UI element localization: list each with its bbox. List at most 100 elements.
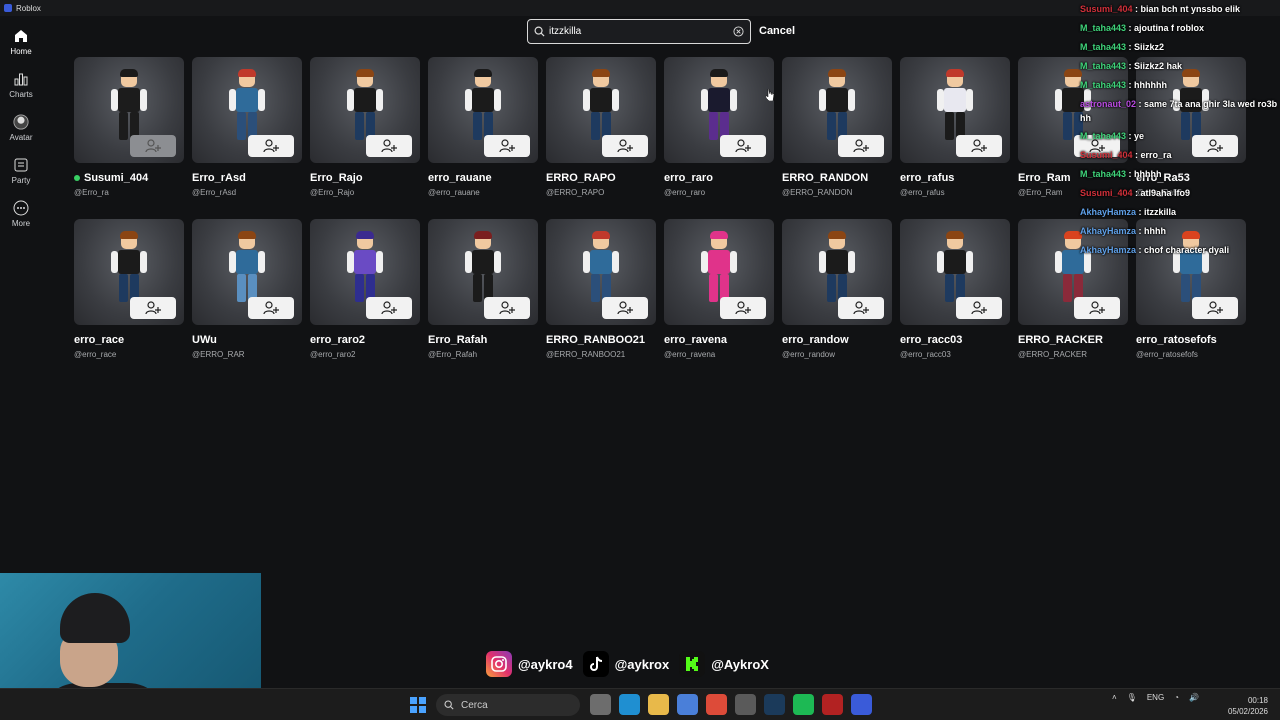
user-card[interactable]: ERRO_RANBOO21 @ERRO_RANBOO21 xyxy=(546,219,656,359)
avatar-thumbnail[interactable] xyxy=(310,57,420,163)
display-name-text: ERRO_RANDON xyxy=(782,172,869,184)
search-box[interactable] xyxy=(527,19,751,44)
user-display-name[interactable]: erro_rauane xyxy=(428,172,538,184)
nav-item-home[interactable]: Home xyxy=(0,20,42,63)
user-display-name[interactable]: erro_race xyxy=(74,334,184,346)
user-display-name[interactable]: erro_ratosefofs xyxy=(1136,334,1246,346)
avatar-thumbnail[interactable] xyxy=(782,57,892,163)
chrome-icon[interactable] xyxy=(706,694,727,715)
user-card[interactable]: erro_raro @erro_raro xyxy=(664,57,774,197)
add-friend-button[interactable] xyxy=(484,135,530,157)
user-display-name[interactable]: erro_raro2 xyxy=(310,334,420,346)
user-display-name[interactable]: erro_ravena xyxy=(664,334,774,346)
add-friend-button[interactable] xyxy=(720,297,766,319)
add-friend-button[interactable] xyxy=(366,297,412,319)
user-display-name[interactable]: Erro_rAsd xyxy=(192,172,302,184)
avatar-thumbnail[interactable] xyxy=(664,219,774,325)
user-display-name[interactable]: ERRO_RAPO xyxy=(546,172,656,184)
user-card[interactable]: UWu @ERRO_RAR xyxy=(192,219,302,359)
add-friend-button[interactable] xyxy=(838,297,884,319)
add-friend-button[interactable] xyxy=(484,297,530,319)
avatar-thumbnail[interactable] xyxy=(192,219,302,325)
add-friend-button[interactable] xyxy=(130,135,176,157)
add-friend-button[interactable] xyxy=(248,135,294,157)
user-card[interactable]: Susumi_404 @Erro_ra xyxy=(74,57,184,197)
cancel-button[interactable]: Cancel xyxy=(759,25,795,37)
user-card[interactable]: erro_race @erro_race xyxy=(74,219,184,359)
taskbar-clock[interactable]: 00:18 05/02/2026 xyxy=(1226,695,1268,717)
chat-text: itzzkilla xyxy=(1144,207,1177,217)
taskbar-search[interactable]: Cerca xyxy=(436,694,580,716)
volume-icon[interactable]: 🔊 xyxy=(1189,693,1199,702)
user-card[interactable]: erro_racc03 @erro_racc03 xyxy=(900,219,1010,359)
avatar-thumbnail[interactable] xyxy=(546,57,656,163)
chevron-up-icon[interactable]: ˄ xyxy=(1112,693,1117,702)
app-icon[interactable] xyxy=(822,694,843,715)
add-friend-button[interactable] xyxy=(1192,297,1238,319)
user-display-name[interactable]: ERRO_RACKER xyxy=(1018,334,1128,346)
avatar-thumbnail[interactable] xyxy=(900,57,1010,163)
avatar-thumbnail[interactable] xyxy=(428,57,538,163)
nav-item-more[interactable]: More xyxy=(0,192,42,235)
user-card[interactable]: erro_ravena @erro_ravena xyxy=(664,219,774,359)
user-display-name[interactable]: erro_racc03 xyxy=(900,334,1010,346)
user-card[interactable]: erro_rafus @erro_rafus xyxy=(900,57,1010,197)
user-display-name[interactable]: Erro_Rafah xyxy=(428,334,538,346)
display-name-text: ERRO_RANBOO21 xyxy=(546,334,646,346)
add-friend-button[interactable] xyxy=(956,135,1002,157)
user-card[interactable]: erro_raro2 @erro_raro2 xyxy=(310,219,420,359)
edge-icon[interactable] xyxy=(619,694,640,715)
add-friend-button[interactable] xyxy=(720,135,766,157)
user-card[interactable]: erro_randow @erro_randow xyxy=(782,219,892,359)
microphone-icon[interactable]: 🎙 xyxy=(1127,693,1137,702)
add-friend-button[interactable] xyxy=(956,297,1002,319)
social-handles: @aykro4 @aykrox @AykroX xyxy=(486,650,769,678)
store-icon[interactable] xyxy=(677,694,698,715)
user-display-name[interactable]: UWu xyxy=(192,334,302,346)
avatar-thumbnail[interactable] xyxy=(782,219,892,325)
steam-icon[interactable] xyxy=(764,694,785,715)
nav-item-avatar[interactable]: Avatar xyxy=(0,106,42,149)
user-card[interactable]: Erro_rAsd @Erro_rAsd xyxy=(192,57,302,197)
folder-icon[interactable] xyxy=(648,694,669,715)
file-explorer-icon[interactable] xyxy=(590,694,611,715)
nav-item-charts[interactable]: Charts xyxy=(0,63,42,106)
user-display-name[interactable]: Erro_Rajo xyxy=(310,172,420,184)
add-friend-button[interactable] xyxy=(130,297,176,319)
roblox-icon[interactable] xyxy=(851,694,872,715)
avatar-thumbnail[interactable] xyxy=(428,219,538,325)
user-card[interactable]: ERRO_RAPO @ERRO_RAPO xyxy=(546,57,656,197)
spotify-icon[interactable] xyxy=(793,694,814,715)
start-button[interactable] xyxy=(410,697,426,713)
add-friend-button[interactable] xyxy=(602,297,648,319)
avatar-thumbnail[interactable] xyxy=(900,219,1010,325)
wifi-icon[interactable]: ◔ xyxy=(1174,693,1179,702)
user-display-name[interactable]: ERRO_RANDON xyxy=(782,172,892,184)
github-icon[interactable] xyxy=(735,694,756,715)
add-friend-button[interactable] xyxy=(838,135,884,157)
user-display-name[interactable]: erro_raro xyxy=(664,172,774,184)
chat-message: Susumi_404 : erro_ra xyxy=(1080,146,1280,165)
avatar-thumbnail[interactable] xyxy=(546,219,656,325)
search-input[interactable] xyxy=(549,26,733,37)
avatar-thumbnail[interactable] xyxy=(192,57,302,163)
avatar-thumbnail[interactable] xyxy=(664,57,774,163)
user-card[interactable]: Erro_Rajo @Erro_Rajo xyxy=(310,57,420,197)
add-friend-button[interactable] xyxy=(1074,297,1120,319)
avatar-thumbnail[interactable] xyxy=(74,57,184,163)
avatar-thumbnail[interactable] xyxy=(310,219,420,325)
language-indicator[interactable]: ENG xyxy=(1147,693,1164,702)
user-display-name[interactable]: erro_rafus xyxy=(900,172,1010,184)
user-display-name[interactable]: erro_randow xyxy=(782,334,892,346)
user-card[interactable]: ERRO_RANDON @ERRO_RANDON xyxy=(782,57,892,197)
add-friend-button[interactable] xyxy=(366,135,412,157)
add-friend-button[interactable] xyxy=(602,135,648,157)
user-display-name[interactable]: ERRO_RANBOO21 xyxy=(546,334,656,346)
nav-item-party[interactable]: Party xyxy=(0,149,42,192)
user-display-name[interactable]: Susumi_404 xyxy=(74,172,184,184)
clear-search-icon[interactable] xyxy=(733,26,744,37)
user-card[interactable]: Erro_Rafah @Erro_Rafah xyxy=(428,219,538,359)
user-card[interactable]: erro_rauane @erro_rauane xyxy=(428,57,538,197)
avatar-thumbnail[interactable] xyxy=(74,219,184,325)
add-friend-button[interactable] xyxy=(248,297,294,319)
